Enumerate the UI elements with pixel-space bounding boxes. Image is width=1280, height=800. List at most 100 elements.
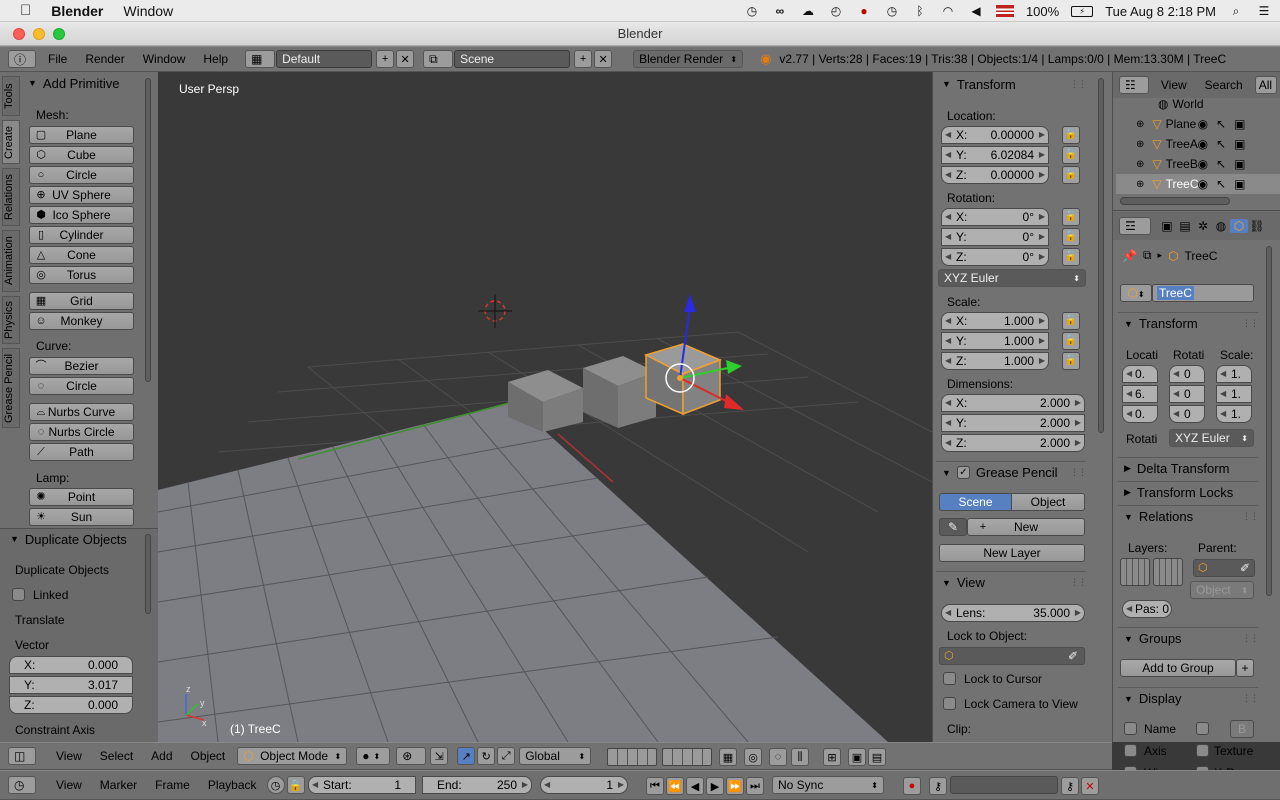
keying-set-button[interactable]: ⚷ bbox=[929, 777, 947, 795]
add-path-button[interactable]: ⟋ Path bbox=[29, 443, 134, 461]
add-plane-button[interactable]: ▢ Plane bbox=[29, 126, 134, 144]
linked-checkbox[interactable] bbox=[12, 588, 25, 601]
screen-layout-type[interactable]: ▦ bbox=[245, 50, 276, 68]
scale-x-field[interactable]: ◀ X: 1.000 ▶ bbox=[941, 312, 1049, 330]
tab-physics[interactable]: Physics bbox=[2, 296, 20, 344]
manipulator-toggle[interactable]: ⇲ bbox=[430, 747, 449, 765]
pin-icon[interactable]: 📌 bbox=[1122, 249, 1137, 263]
mac-window-menu[interactable]: Window bbox=[113, 3, 183, 19]
camera-icon[interactable]: ▣ bbox=[1234, 137, 1245, 151]
add-grid-button[interactable]: ▦ Grid bbox=[29, 292, 134, 310]
auto-keying-button[interactable]: ● bbox=[903, 777, 921, 795]
eyedropper-icon[interactable]: ✐ bbox=[1068, 648, 1078, 664]
lock-location-z-icon[interactable]: 🔓 bbox=[1062, 166, 1080, 184]
delete-keyframe-button[interactable]: ✕ bbox=[1081, 777, 1099, 795]
render-engine-select[interactable]: Blender Render ⬍ bbox=[633, 50, 744, 68]
object-name-field[interactable]: TreeC bbox=[1152, 284, 1254, 302]
add-uv-sphere-button[interactable]: ⊕ UV Sphere bbox=[29, 186, 134, 204]
outliner-hscroll[interactable] bbox=[1120, 197, 1230, 205]
lock-rotation-x-icon[interactable]: 🔓 bbox=[1062, 208, 1080, 226]
grease-pencil-header[interactable]: ▼ ✓ Grease Pencil ⋮⋮ bbox=[936, 461, 1087, 483]
timeline-menu-frame[interactable]: Frame bbox=[146, 778, 199, 792]
camera-icon[interactable]: ▣ bbox=[1234, 157, 1245, 171]
tab-tools[interactable]: Tools bbox=[2, 76, 20, 116]
eye-icon[interactable]: ◉ bbox=[1198, 157, 1208, 171]
tab-create[interactable]: Create bbox=[2, 120, 20, 164]
add-layout-button[interactable]: + bbox=[376, 50, 395, 68]
outliner-item-treeb[interactable]: ⊕ ▽ TreeB ◉ ↖ ▣ bbox=[1116, 154, 1280, 174]
wifi-icon[interactable]: ◠ bbox=[940, 4, 956, 18]
list-icon[interactable]: ☰ bbox=[1256, 4, 1272, 18]
menu-help[interactable]: Help bbox=[194, 52, 237, 66]
3d-cursor-icon[interactable] bbox=[478, 294, 512, 328]
lock-scale-x-icon[interactable]: 🔓 bbox=[1062, 312, 1080, 330]
transform-panel-header[interactable]: ▼ Transform ⋮⋮ bbox=[936, 73, 1087, 95]
screen-layout-field[interactable]: Default bbox=[276, 50, 373, 68]
dimensions-y-field[interactable]: ◀ Y: 2.000 ▶ bbox=[941, 414, 1085, 432]
gp-new-layer-button[interactable]: New Layer bbox=[939, 544, 1085, 562]
eyedropper-icon[interactable]: ✐ bbox=[1240, 560, 1250, 576]
prop-rotation-mode-select[interactable]: XYZ Euler ⬍ bbox=[1169, 429, 1254, 447]
minimize-window-button[interactable] bbox=[33, 28, 45, 40]
timeline-editor-type[interactable]: ◷ bbox=[8, 776, 36, 794]
redo-scrollbar[interactable] bbox=[145, 534, 151, 614]
add-point-lamp-button[interactable]: ✺ Point bbox=[29, 488, 134, 506]
outliner-display-select[interactable]: All bbox=[1254, 76, 1277, 94]
translate-manipulator-button[interactable]: ↗ bbox=[457, 747, 476, 765]
mac-app-menu[interactable]: Blender bbox=[41, 3, 113, 19]
prev-keyframe-button[interactable]: ⏪ bbox=[666, 777, 684, 795]
n-panel-scrollbar[interactable] bbox=[1098, 78, 1104, 433]
keying-set-field[interactable] bbox=[950, 776, 1058, 794]
vector-y-field[interactable]: Y: 3.017 bbox=[9, 676, 133, 694]
add-nurbs-circle-button[interactable]: ◌ Nurbs Circle bbox=[29, 423, 134, 441]
location-x-field[interactable]: ◀ X: 0.00000 ▶ bbox=[941, 126, 1049, 144]
rotation-mode-select[interactable]: XYZ Euler ⬍ bbox=[938, 269, 1086, 287]
zoom-window-button[interactable] bbox=[53, 28, 65, 40]
drag-grip-icon[interactable]: ⋮⋮ bbox=[1242, 511, 1259, 522]
layer-buttons-a[interactable] bbox=[607, 748, 657, 766]
properties-scrollbar[interactable] bbox=[1266, 246, 1272, 596]
remove-scene-button[interactable]: ✕ bbox=[594, 50, 613, 68]
gp-new-button[interactable]: + New bbox=[967, 518, 1085, 536]
vector-x-field[interactable]: X: 0.000 bbox=[9, 656, 133, 674]
rotation-x-field[interactable]: ◀ X: 0° ▶ bbox=[941, 208, 1049, 226]
prop-transform-header[interactable]: ▼ Transform ⋮⋮ bbox=[1118, 312, 1259, 334]
add-sun-lamp-button[interactable]: ☀ Sun bbox=[29, 508, 134, 526]
timeline-menu-view[interactable]: View bbox=[47, 778, 91, 792]
add-cone-button[interactable]: △ Cone bbox=[29, 246, 134, 264]
display-bounds-checkbox[interactable] bbox=[1196, 722, 1209, 735]
mode-select[interactable]: ⬡ Object Mode ⬍ bbox=[237, 747, 348, 765]
treeb-object[interactable] bbox=[583, 356, 656, 428]
grease-pencil-checkbox[interactable]: ✓ bbox=[956, 466, 970, 479]
battery-icon[interactable]: ⚡ bbox=[1071, 5, 1094, 17]
camera-icon[interactable]: ▣ bbox=[1234, 117, 1245, 131]
snap-element-button[interactable]: ⊞ bbox=[823, 748, 841, 766]
prop-loc-z[interactable]: ◀ 0. bbox=[1122, 405, 1158, 423]
drag-grip-icon[interactable]: ⋮⋮ bbox=[1070, 577, 1087, 588]
add-to-group-button[interactable]: Add to Group bbox=[1120, 659, 1236, 677]
snap-button[interactable]: ⫼ bbox=[791, 748, 809, 766]
cursor-icon[interactable]: ↖ bbox=[1216, 177, 1226, 191]
tab-animation[interactable]: Animation bbox=[2, 230, 20, 292]
location-z-field[interactable]: ◀ Z: 0.00000 ▶ bbox=[941, 166, 1049, 184]
outliner-item-treea[interactable]: ⊕ ▽ TreeA ◉ ↖ ▣ bbox=[1116, 134, 1280, 154]
preview-range-button[interactable]: ◷ bbox=[266, 776, 285, 794]
rotation-y-field[interactable]: ◀ Y: 0° ▶ bbox=[941, 228, 1049, 246]
render-anim-button[interactable]: ▤ bbox=[868, 748, 886, 766]
apple-icon[interactable]:  bbox=[0, 2, 41, 19]
timemachine-icon[interactable]: ◷ bbox=[744, 4, 760, 18]
dimensions-z-field[interactable]: ◀ Z: 2.000 ▶ bbox=[941, 434, 1085, 452]
clock-text[interactable]: Tue Aug 8 2:18 PM bbox=[1105, 4, 1216, 19]
lock-location-y-icon[interactable]: 🔓 bbox=[1062, 146, 1080, 164]
tab-object-icon[interactable]: ⬡ bbox=[1230, 219, 1248, 233]
duplicate-header[interactable]: ▼ Duplicate Objects bbox=[4, 528, 127, 550]
pivot-select[interactable]: ⊛ bbox=[396, 747, 427, 765]
scene-type[interactable]: ⧉ bbox=[423, 50, 454, 68]
tab-scene-icon[interactable]: ✲ bbox=[1194, 219, 1212, 233]
lock-location-x-icon[interactable]: 🔓 bbox=[1062, 126, 1080, 144]
record-icon[interactable]: ● bbox=[856, 4, 872, 18]
outliner-item-treec[interactable]: ⊕ ▽ TreeC ◉ ↖ ▣ bbox=[1116, 174, 1280, 194]
gp-datablock-button[interactable]: ✎ bbox=[939, 518, 967, 536]
jump-end-button[interactable]: ⏭ bbox=[746, 777, 764, 795]
menu-render[interactable]: Render bbox=[76, 52, 133, 66]
